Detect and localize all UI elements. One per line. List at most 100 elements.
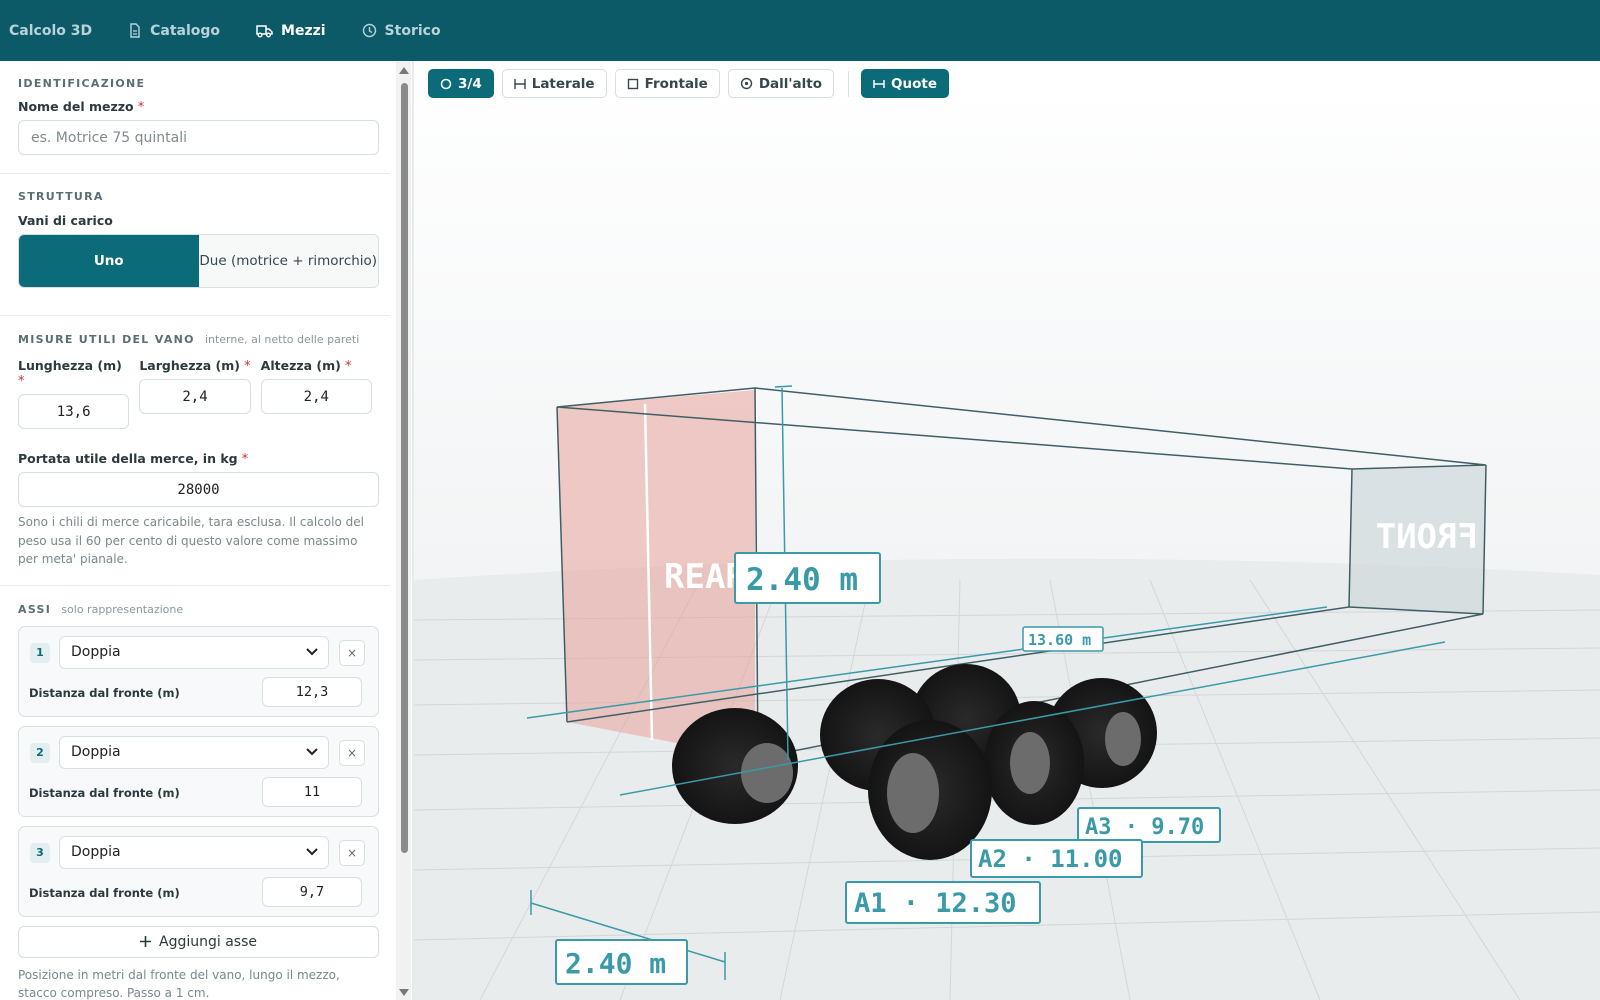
chevron-down-icon [306, 747, 318, 755]
dim-height-label: 2.40 m [734, 552, 881, 604]
axle-type-value: Doppia [71, 644, 121, 660]
option-due[interactable]: Due (motrice + rimorchio) [198, 235, 378, 287]
dim-width-label: 2.40 m [555, 939, 688, 985]
quote-toggle-button[interactable]: Quote [861, 69, 949, 98]
payload-input[interactable]: 28000 [18, 472, 379, 507]
remove-axle-button[interactable]: × [339, 839, 365, 866]
view-frontale-button[interactable]: Frontale [614, 69, 720, 98]
axle-number: 3 [30, 842, 50, 863]
option-uno[interactable]: Uno [19, 235, 199, 287]
dim-width-text: 2.40 m [565, 947, 666, 980]
axle-card-1: 1 Doppia × Distanza dal fronte (m) 12,3 [18, 625, 379, 717]
front-label: FRONT [1376, 517, 1478, 557]
nav-label: Catalogo [150, 22, 221, 39]
axle-label-a3-text: A3 · 9.70 [1085, 815, 1204, 840]
required-mark: * [345, 359, 352, 374]
axle-distance-input[interactable]: 12,3 [262, 676, 362, 707]
axle-distance-label: Distanza dal fronte (m) [29, 885, 180, 900]
length-value: 13,6 [56, 403, 91, 420]
view-label: Laterale [531, 75, 595, 92]
section-note: interne, al netto delle pareti [204, 333, 360, 346]
axle-distance-label: Distanza dal fronte (m) [29, 785, 180, 800]
required-mark: * [244, 359, 251, 374]
axle-type-select[interactable]: Doppia [59, 835, 329, 869]
add-axle-button[interactable]: Aggiungi asse [18, 925, 379, 958]
axle-label-a1-text: A1 · 12.30 [854, 888, 1017, 919]
axle-help-text: Posizione in metri dal fronte del vano, … [18, 967, 340, 1000]
axle-card-2: 2 Doppia × Distanza dal fronte (m) 11 [18, 725, 379, 817]
view-label: 3/4 [458, 75, 482, 92]
section-title: ASSI [18, 602, 52, 616]
close-icon: × [346, 845, 358, 860]
axle-label-a2-text: A2 · 11.00 [978, 845, 1123, 873]
nav-label: Mezzi [281, 22, 326, 39]
top-view-icon [740, 77, 753, 90]
axle-label-a3: A3 · 9.70 [1077, 807, 1221, 843]
nav-mezzi[interactable]: Mezzi [256, 23, 326, 39]
payload-help-text: Sono i chili di merce caricabile, tara e… [18, 515, 364, 566]
panel-scrollbar[interactable] [396, 61, 411, 1000]
axle-type-value: Doppia [71, 844, 121, 860]
close-icon: × [346, 745, 358, 760]
vehicle-name-input[interactable]: es. Motrice 75 quintali [18, 120, 379, 155]
axle-distance-label: Distanza dal fronte (m) [29, 685, 180, 700]
axle-distance-value: 9,7 [299, 883, 325, 900]
length-input[interactable]: 13,6 [18, 394, 130, 429]
remove-axle-button[interactable]: × [339, 739, 365, 766]
plus-icon [140, 936, 151, 947]
width-label: Larghezza (m) [139, 358, 241, 373]
axle-number: 2 [30, 742, 50, 763]
payload-label: Portata utile della merce, in kg [18, 451, 238, 466]
section-struttura: STRUTTURA Vani di carico Uno Due (motric… [0, 174, 390, 315]
height-value: 2,4 [303, 388, 329, 405]
vani-label: Vani di carico [18, 213, 113, 228]
section-title: STRUTTURA [18, 190, 104, 203]
hexagon-icon [440, 78, 452, 89]
name-label: Nome del mezzo [18, 99, 134, 114]
scroll-up-arrow-icon[interactable] [399, 67, 409, 74]
section-title: IDENTIFICAZIONE [18, 77, 146, 90]
required-mark: * [137, 100, 145, 115]
viewer-3d[interactable]: REAR FRONT 2.40 m 13.60 m 2.40 m A3 · 9.… [414, 61, 1600, 1000]
side-view-icon [514, 78, 526, 89]
vehicle-form-panel: IDENTIFICAZIONE Nome del mezzo * es. Mot… [0, 61, 390, 1000]
view-3-4-button[interactable]: 3/4 [428, 69, 494, 98]
remove-axle-button[interactable]: × [339, 639, 365, 666]
vani-segmented-control: Uno Due (motrice + rimorchio) [18, 234, 379, 288]
axle-label-a1: A1 · 12.30 [845, 881, 1041, 924]
required-mark: * [241, 452, 249, 467]
nav-catalogo[interactable]: Catalogo [128, 23, 220, 39]
axle-distance-input[interactable]: 11 [262, 776, 362, 807]
document-icon [130, 23, 140, 38]
nav-calcolo-3d[interactable]: Calcolo 3D [9, 23, 92, 39]
axle-distance-value: 12,3 [295, 683, 329, 700]
vehicle-name-placeholder: es. Motrice 75 quintali [31, 129, 187, 146]
payload-value: 28000 [177, 481, 220, 498]
dim-length-label: 13.60 m [1022, 626, 1104, 652]
dim-height-text: 2.40 m [746, 562, 858, 598]
nav-storico[interactable]: Storico [362, 23, 441, 39]
section-assi: ASSI solo rappresentazione 1 Doppia × Di… [0, 586, 390, 1000]
top-nav: Calcolo 3D Catalogo Mezzi Storico [0, 0, 1600, 61]
square-icon [627, 78, 638, 89]
scroll-down-arrow-icon[interactable] [399, 989, 409, 996]
dim-length-text: 13.60 m [1028, 631, 1091, 649]
axle-label-a2: A2 · 11.00 [970, 839, 1143, 878]
vehicle-scene[interactable]: REAR FRONT 2.40 m 13.60 m 2.40 m A3 · 9.… [414, 61, 1600, 1000]
section-identificazione: IDENTIFICAZIONE Nome del mezzo * es. Mot… [0, 61, 390, 173]
add-axle-label: Aggiungi asse [159, 933, 257, 950]
scroll-thumb[interactable] [401, 83, 408, 853]
axle-distance-input[interactable]: 9,7 [262, 876, 362, 907]
height-input[interactable]: 2,4 [260, 379, 372, 414]
nav-label: Storico [384, 22, 441, 39]
axle-type-select[interactable]: Doppia [59, 635, 329, 669]
width-input[interactable]: 2,4 [139, 379, 251, 414]
view-laterale-button[interactable]: Laterale [501, 69, 607, 98]
clock-icon [362, 23, 376, 38]
axle-type-select[interactable]: Doppia [59, 735, 329, 769]
section-note: solo rappresentazione [61, 602, 184, 616]
view-label: Frontale [644, 75, 708, 92]
axle-type-value: Doppia [71, 744, 121, 760]
axle-distance-value: 11 [303, 783, 321, 800]
view-dall-alto-button[interactable]: Dall'alto [727, 69, 835, 98]
